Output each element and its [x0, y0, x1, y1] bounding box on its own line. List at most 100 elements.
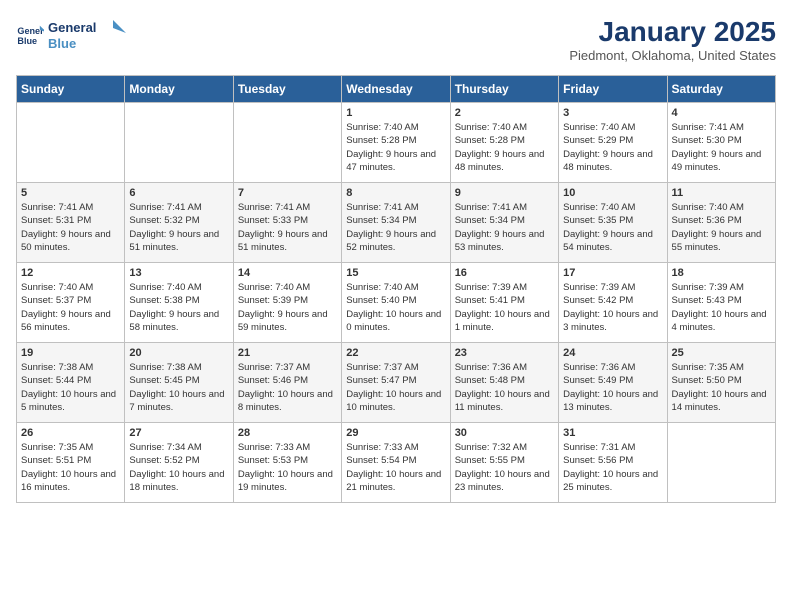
day-number: 20 — [129, 347, 228, 359]
day-number: 9 — [455, 187, 554, 199]
day-info: Sunrise: 7:41 AM Sunset: 5:33 PM Dayligh… — [238, 201, 337, 254]
week-row-2: 5 Sunrise: 7:41 AM Sunset: 5:31 PM Daylig… — [17, 183, 776, 263]
day-number: 7 — [238, 187, 337, 199]
calendar-cell — [667, 423, 775, 503]
calendar-cell: 25 Sunrise: 7:35 AM Sunset: 5:50 PM Dayli… — [667, 343, 775, 423]
day-number: 1 — [346, 107, 445, 119]
week-row-4: 19Sunrise: 7:38 AM Sunset: 5:44 PM Dayli… — [17, 343, 776, 423]
col-header-friday: Friday — [559, 76, 667, 103]
calendar-cell: 27Sunrise: 7:34 AM Sunset: 5:52 PM Dayli… — [125, 423, 233, 503]
day-info: Sunrise: 7:40 AM Sunset: 5:35 PM Dayligh… — [563, 201, 662, 254]
day-info: Sunrise: 7:33 AM Sunset: 5:53 PM Dayligh… — [238, 441, 337, 494]
calendar-cell: 7 Sunrise: 7:41 AM Sunset: 5:33 PM Daylig… — [233, 183, 341, 263]
page-header: General Blue General Blue January 2025 P… — [16, 16, 776, 63]
day-number: 29 — [346, 427, 445, 439]
day-info: Sunrise: 7:40 AM Sunset: 5:28 PM Dayligh… — [346, 121, 445, 174]
day-info: Sunrise: 7:34 AM Sunset: 5:52 PM Dayligh… — [129, 441, 228, 494]
calendar-cell: 14Sunrise: 7:40 AM Sunset: 5:39 PM Dayli… — [233, 263, 341, 343]
col-header-tuesday: Tuesday — [233, 76, 341, 103]
day-number: 28 — [238, 427, 337, 439]
calendar-cell: 21 Sunrise: 7:37 AM Sunset: 5:46 PM Dayli… — [233, 343, 341, 423]
col-header-thursday: Thursday — [450, 76, 558, 103]
month-title: January 2025 — [569, 16, 776, 48]
day-info: Sunrise: 7:40 AM Sunset: 5:40 PM Dayligh… — [346, 281, 445, 334]
day-info: Sunrise: 7:33 AM Sunset: 5:54 PM Dayligh… — [346, 441, 445, 494]
col-header-saturday: Saturday — [667, 76, 775, 103]
day-info: Sunrise: 7:39 AM Sunset: 5:43 PM Dayligh… — [672, 281, 771, 334]
calendar-table: SundayMondayTuesdayWednesdayThursdayFrid… — [16, 75, 776, 503]
day-number: 15 — [346, 267, 445, 279]
day-info: Sunrise: 7:41 AM Sunset: 5:31 PM Dayligh… — [21, 201, 120, 254]
calendar-cell: 19Sunrise: 7:38 AM Sunset: 5:44 PM Dayli… — [17, 343, 125, 423]
day-number: 2 — [455, 107, 554, 119]
day-info: Sunrise: 7:41 AM Sunset: 5:34 PM Dayligh… — [346, 201, 445, 254]
day-number: 21 — [238, 347, 337, 359]
calendar-cell: 11Sunrise: 7:40 AM Sunset: 5:36 PM Dayli… — [667, 183, 775, 263]
day-number: 8 — [346, 187, 445, 199]
day-info: Sunrise: 7:41 AM Sunset: 5:34 PM Dayligh… — [455, 201, 554, 254]
day-number: 25 — [672, 347, 771, 359]
logo-image: General Blue — [48, 16, 128, 52]
svg-text:Blue: Blue — [48, 36, 76, 51]
day-info: Sunrise: 7:41 AM Sunset: 5:32 PM Dayligh… — [129, 201, 228, 254]
col-header-sunday: Sunday — [17, 76, 125, 103]
svg-text:General: General — [48, 20, 96, 35]
calendar-cell: 5 Sunrise: 7:41 AM Sunset: 5:31 PM Daylig… — [17, 183, 125, 263]
calendar-cell: 13 Sunrise: 7:40 AM Sunset: 5:38 PM Dayli… — [125, 263, 233, 343]
day-info: Sunrise: 7:36 AM Sunset: 5:48 PM Dayligh… — [455, 361, 554, 414]
calendar-cell: 26 Sunrise: 7:35 AM Sunset: 5:51 PM Dayli… — [17, 423, 125, 503]
calendar-cell: 17 Sunrise: 7:39 AM Sunset: 5:42 PM Dayli… — [559, 263, 667, 343]
col-header-wednesday: Wednesday — [342, 76, 450, 103]
header-row: SundayMondayTuesdayWednesdayThursdayFrid… — [17, 76, 776, 103]
day-info: Sunrise: 7:40 AM Sunset: 5:38 PM Dayligh… — [129, 281, 228, 334]
calendar-cell: 18Sunrise: 7:39 AM Sunset: 5:43 PM Dayli… — [667, 263, 775, 343]
svg-text:Blue: Blue — [17, 36, 37, 46]
calendar-cell: 6 Sunrise: 7:41 AM Sunset: 5:32 PM Daylig… — [125, 183, 233, 263]
day-info: Sunrise: 7:40 AM Sunset: 5:28 PM Dayligh… — [455, 121, 554, 174]
calendar-cell: 1 Sunrise: 7:40 AM Sunset: 5:28 PM Daylig… — [342, 103, 450, 183]
col-header-monday: Monday — [125, 76, 233, 103]
day-number: 22 — [346, 347, 445, 359]
calendar-cell: 4 Sunrise: 7:41 AM Sunset: 5:30 PM Daylig… — [667, 103, 775, 183]
day-number: 11 — [672, 187, 771, 199]
calendar-cell: 24Sunrise: 7:36 AM Sunset: 5:49 PM Dayli… — [559, 343, 667, 423]
calendar-cell: 23 Sunrise: 7:36 AM Sunset: 5:48 PM Dayli… — [450, 343, 558, 423]
calendar-cell — [125, 103, 233, 183]
day-number: 17 — [563, 267, 662, 279]
calendar-cell — [233, 103, 341, 183]
title-block: January 2025 Piedmont, Oklahoma, United … — [569, 16, 776, 63]
day-info: Sunrise: 7:39 AM Sunset: 5:42 PM Dayligh… — [563, 281, 662, 334]
day-number: 6 — [129, 187, 228, 199]
day-number: 31 — [563, 427, 662, 439]
day-number: 19 — [21, 347, 120, 359]
day-info: Sunrise: 7:35 AM Sunset: 5:50 PM Dayligh… — [672, 361, 771, 414]
day-info: Sunrise: 7:32 AM Sunset: 5:55 PM Dayligh… — [455, 441, 554, 494]
calendar-cell: 28 Sunrise: 7:33 AM Sunset: 5:53 PM Dayli… — [233, 423, 341, 503]
day-number: 23 — [455, 347, 554, 359]
calendar-cell: 20Sunrise: 7:38 AM Sunset: 5:45 PM Dayli… — [125, 343, 233, 423]
day-info: Sunrise: 7:41 AM Sunset: 5:30 PM Dayligh… — [672, 121, 771, 174]
day-number: 4 — [672, 107, 771, 119]
day-info: Sunrise: 7:39 AM Sunset: 5:41 PM Dayligh… — [455, 281, 554, 334]
day-number: 13 — [129, 267, 228, 279]
calendar-cell: 12Sunrise: 7:40 AM Sunset: 5:37 PM Dayli… — [17, 263, 125, 343]
calendar-cell: 9 Sunrise: 7:41 AM Sunset: 5:34 PM Daylig… — [450, 183, 558, 263]
day-number: 16 — [455, 267, 554, 279]
calendar-cell: 8 Sunrise: 7:41 AM Sunset: 5:34 PM Daylig… — [342, 183, 450, 263]
calendar-cell: 10Sunrise: 7:40 AM Sunset: 5:35 PM Dayli… — [559, 183, 667, 263]
location-subtitle: Piedmont, Oklahoma, United States — [569, 48, 776, 63]
day-number: 5 — [21, 187, 120, 199]
logo: General Blue General Blue — [16, 16, 128, 52]
calendar-cell: 2 Sunrise: 7:40 AM Sunset: 5:28 PM Daylig… — [450, 103, 558, 183]
day-info: Sunrise: 7:37 AM Sunset: 5:46 PM Dayligh… — [238, 361, 337, 414]
week-row-5: 26 Sunrise: 7:35 AM Sunset: 5:51 PM Dayli… — [17, 423, 776, 503]
day-info: Sunrise: 7:36 AM Sunset: 5:49 PM Dayligh… — [563, 361, 662, 414]
calendar-cell: 3Sunrise: 7:40 AM Sunset: 5:29 PM Daylig… — [559, 103, 667, 183]
calendar-cell: 30Sunrise: 7:32 AM Sunset: 5:55 PM Dayli… — [450, 423, 558, 503]
calendar-cell — [17, 103, 125, 183]
day-number: 26 — [21, 427, 120, 439]
day-number: 14 — [238, 267, 337, 279]
day-info: Sunrise: 7:35 AM Sunset: 5:51 PM Dayligh… — [21, 441, 120, 494]
day-number: 3 — [563, 107, 662, 119]
day-number: 12 — [21, 267, 120, 279]
